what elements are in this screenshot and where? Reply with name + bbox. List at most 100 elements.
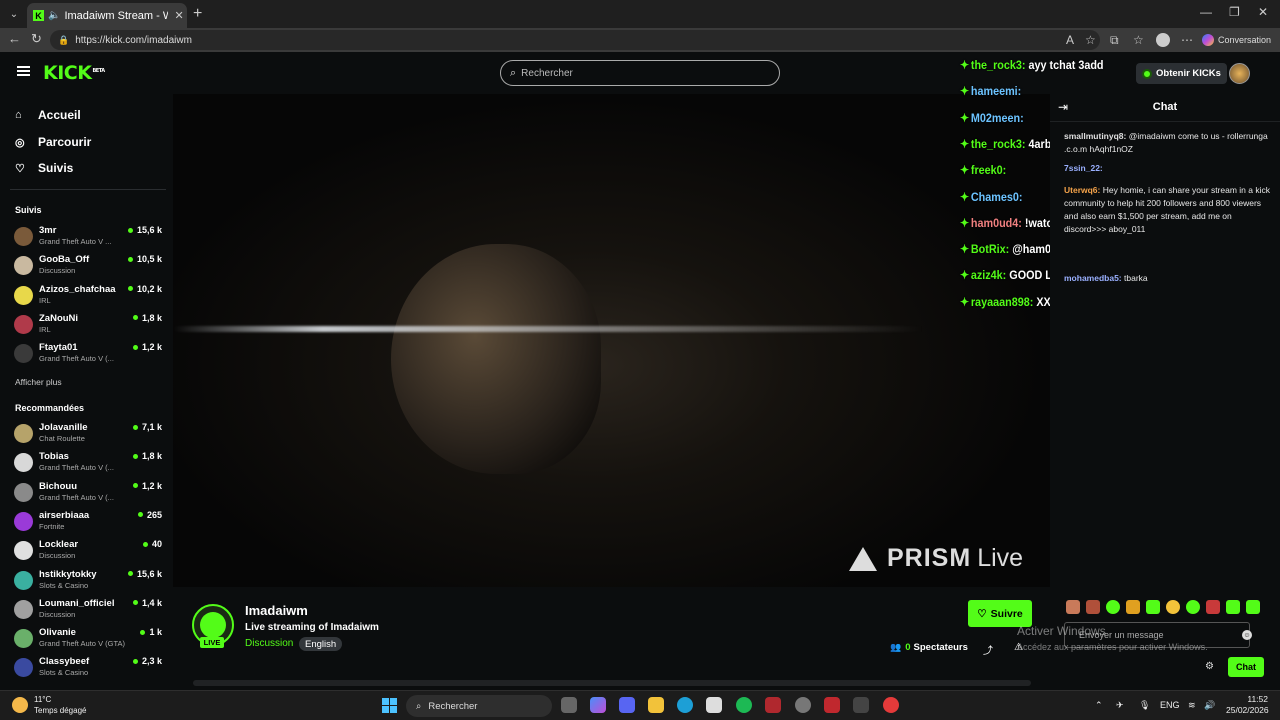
emote-icon[interactable] [1206, 600, 1220, 614]
show-more-link[interactable]: Afficher plus [15, 377, 62, 387]
overlay-username: M02meen: [970, 110, 1024, 125]
emote-icon[interactable] [1166, 600, 1180, 614]
chat-username[interactable]: Uterwq6: [1064, 185, 1100, 195]
refresh-icon[interactable]: ↻ [31, 31, 42, 47]
sidebar-channel[interactable]: Bichouu Grand Theft Auto V (... 1,2 k [14, 480, 164, 508]
url-bar[interactable]: 🔒 https://kick.com/imadaiwm [50, 30, 1100, 50]
sidebar-channel[interactable]: Azizos_chafchaa IRL 10,2 k [14, 283, 164, 311]
tray-overflow-icon[interactable]: ⌃ [1095, 700, 1103, 711]
red-app-icon[interactable] [824, 697, 840, 713]
sidebar-channel[interactable]: GooBa_Off Discussion 10,5 k [14, 253, 164, 281]
sidebar-channel[interactable]: Jolavanille Chat Roulette 7,1 k [14, 421, 164, 449]
sidebar-channel[interactable]: airserbiaaa Fortnite 265 [14, 509, 164, 537]
live-dot-icon [132, 315, 138, 321]
browser-tab-active[interactable]: K 🔈 Imadaiwm Stream - Watch Li... ✕ [27, 3, 187, 28]
browser-tab-bar: ⌄ K 🔈 Imadaiwm Stream - Watch Li... ✕ + … [0, 0, 1280, 28]
search-input[interactable]: ⌕ Rechercher [500, 60, 780, 86]
sidebar-item-home[interactable]: ⌂ Accueil [15, 108, 165, 122]
sidebar-channel[interactable]: ZaNouNi IRL 1,8 k [14, 312, 164, 340]
profile-icon[interactable] [1156, 33, 1170, 47]
emote-icon[interactable] [1106, 600, 1120, 614]
app-icon[interactable] [853, 697, 869, 713]
autodesk-app-icon[interactable] [765, 697, 781, 713]
close-window-icon[interactable]: ✕ [1258, 5, 1268, 19]
sidebar-item-browse[interactable]: ◎ Parcourir [15, 135, 165, 149]
chat-settings-icon[interactable]: ⚙ [1205, 661, 1214, 672]
emote-icon[interactable] [1226, 600, 1240, 614]
edge-app-icon[interactable] [677, 697, 693, 713]
language-tag[interactable]: English [299, 637, 343, 651]
live-dot-icon [132, 658, 138, 664]
emote-icon[interactable] [1246, 600, 1260, 614]
channel-avatar [14, 424, 33, 443]
more-menu-icon[interactable]: ⋯ [1181, 33, 1193, 47]
recommended-heading: Recommandées [15, 403, 85, 413]
start-button[interactable] [382, 698, 397, 713]
chat-username[interactable]: 7ssin_22: [1064, 163, 1103, 173]
overlay-username: Chames0: [970, 189, 1023, 204]
sidebar-channel[interactable]: Olivanie Grand Theft Auto V (GTA) 1 k [14, 626, 164, 654]
menu-icon[interactable] [17, 66, 30, 76]
microphone-icon[interactable]: 🎙 [1139, 700, 1150, 711]
follow-button[interactable]: ♡ Suivre [968, 600, 1032, 627]
sidebar-channel[interactable]: Locklear Discussion 40 [14, 538, 164, 566]
sidebar-item-following[interactable]: ♡ Suivis [15, 161, 165, 175]
favorite-star-icon[interactable]: ☆ [1085, 33, 1096, 47]
new-tab-icon[interactable]: + [193, 5, 202, 23]
emote-icon[interactable] [1066, 600, 1080, 614]
emote-icon[interactable] [1086, 600, 1100, 614]
share-icon[interactable]: ⤴ [983, 642, 993, 657]
spotify-app-icon[interactable] [736, 697, 752, 713]
sidebar-channel[interactable]: Ftayta01 Grand Theft Auto V (... 1,2 k [14, 341, 164, 369]
overlay-chat-message: ✦ the_rock3: ayy tchat 3add [960, 58, 1104, 72]
emote-icon[interactable] [1186, 600, 1200, 614]
chat-message: 7ssin_22: [1064, 162, 1274, 175]
store-app-icon[interactable] [706, 697, 722, 713]
stream-category-link[interactable]: Discussion [245, 638, 293, 649]
extensions-icon[interactable]: ⧉ [1110, 33, 1119, 48]
maximize-icon[interactable]: ❐ [1229, 5, 1240, 19]
sidebar-channel[interactable]: Loumani_officiel Discussion 1,4 k [14, 597, 164, 625]
video-player[interactable]: PRISM Live [173, 94, 1050, 587]
get-kicks-button[interactable]: Obtenir KICKs [1136, 63, 1227, 84]
horizontal-scrollbar[interactable] [193, 680, 1031, 686]
taskbar-search[interactable]: ⌕ Rechercher [406, 695, 552, 717]
speaker-icon[interactable]: 🔈 [48, 10, 60, 21]
sidebar-channel[interactable]: 3mr Grand Theft Auto V ... 15,6 k [14, 224, 164, 252]
app-icon[interactable] [883, 697, 899, 713]
discord-app-icon[interactable] [619, 697, 635, 713]
task-view-icon[interactable] [561, 697, 577, 713]
conversation-button[interactable]: Conversation [1202, 32, 1271, 48]
sidebar-channel[interactable]: hstikkytokky Slots & Casino 15,6 k [14, 568, 164, 596]
back-icon[interactable]: ← [8, 31, 21, 46]
tab-list-dropdown-icon[interactable]: ⌄ [3, 3, 25, 25]
channel-viewers: 10,2 k [127, 284, 162, 294]
sidebar-channel[interactable]: Classybeef Slots & Casino 2,3 k [14, 655, 164, 683]
streamer-name[interactable]: Imadaiwm [245, 603, 308, 618]
sidebar-channel[interactable]: Tobias Grand Theft Auto V (... 1,8 k [14, 450, 164, 478]
chrome-app-icon[interactable] [795, 697, 811, 713]
chat-username[interactable]: mohamedba5: [1064, 273, 1122, 283]
clock[interactable]: 11:52 25/02/2026 [1226, 694, 1269, 716]
weather-widget[interactable]: 11°C Temps dégagé [12, 694, 86, 716]
chat-username[interactable]: smallmutinyq8: [1064, 131, 1126, 141]
emote-icon[interactable] [1126, 600, 1140, 614]
read-aloud-icon[interactable]: A [1066, 33, 1074, 47]
wifi-icon[interactable]: ≋ [1188, 700, 1196, 711]
file-explorer-icon[interactable] [648, 697, 664, 713]
favorites-icon[interactable]: ☆ [1133, 33, 1144, 47]
language-indicator[interactable]: ENG [1160, 700, 1180, 710]
kick-logo[interactable]: KICKBETA [43, 62, 105, 84]
close-tab-icon[interactable]: ✕ [174, 9, 183, 22]
volume-icon[interactable]: 🔊 [1204, 700, 1215, 711]
network-icon[interactable]: ✈ [1116, 700, 1124, 711]
site-info-icon[interactable]: 🔒 [58, 35, 69, 46]
emoji-picker-icon[interactable]: ☺ [1242, 630, 1252, 640]
emote-icon[interactable] [1146, 600, 1160, 614]
minimize-icon[interactable]: — [1200, 5, 1212, 19]
copilot-app-icon[interactable] [590, 697, 606, 713]
overlay-username: aziz4k: [970, 268, 1007, 283]
channel-name: ZaNouNi [39, 312, 79, 324]
send-chat-button[interactable]: Chat [1228, 657, 1264, 677]
user-avatar[interactable] [1229, 63, 1250, 84]
